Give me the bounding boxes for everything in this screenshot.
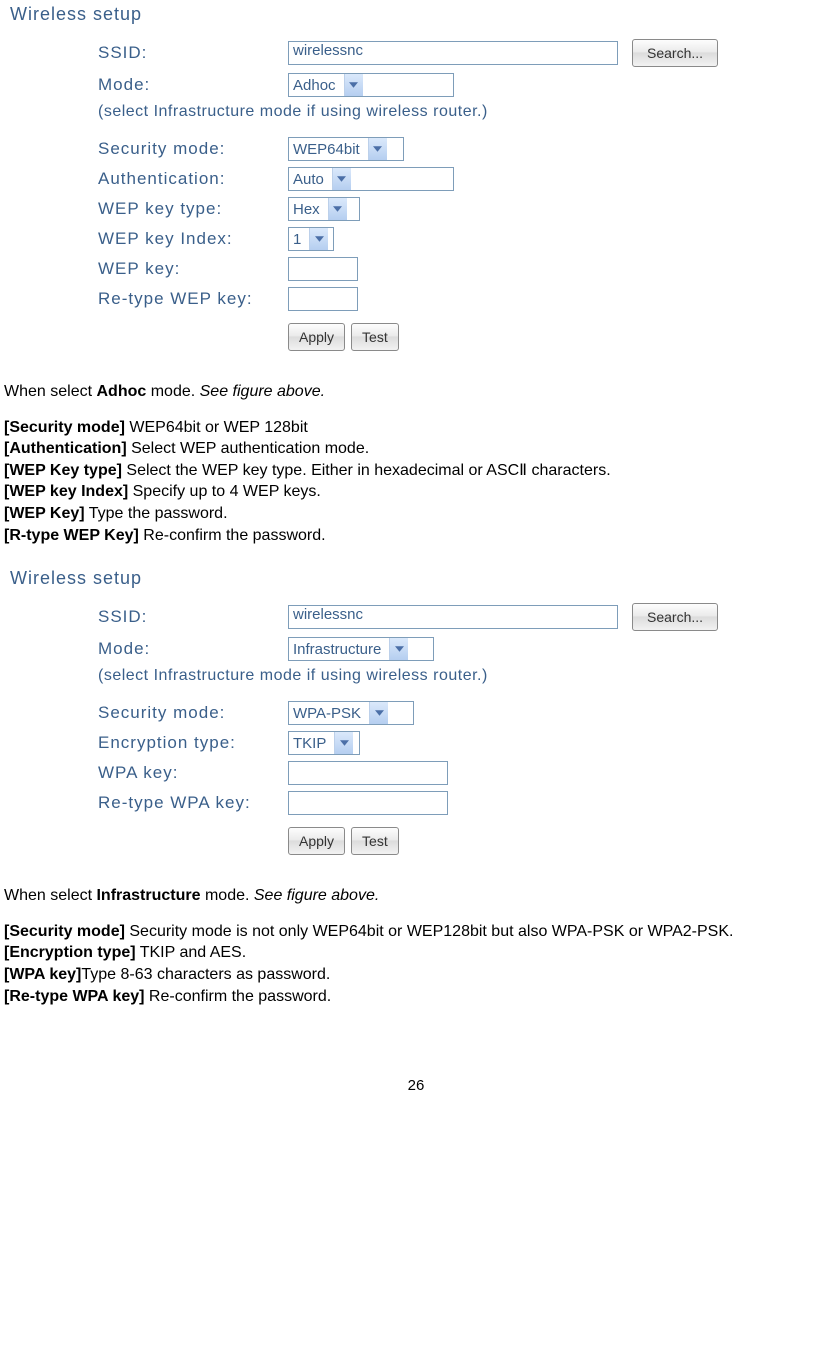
wpa-key-label: WPA key:: [98, 763, 288, 783]
apply-button[interactable]: Apply: [288, 323, 345, 351]
wireless-setup-figure-adhoc: Wireless setup SSID: wirelessnc Search..…: [0, 0, 832, 363]
mode-hint: (select Infrastructure mode if using wir…: [98, 667, 824, 685]
security-mode-select[interactable]: WPA-PSK: [288, 701, 414, 725]
wep-key-index-select[interactable]: 1: [288, 227, 334, 251]
retype-wep-key-label: Re-type WEP key:: [98, 289, 288, 309]
chevron-down-icon: [344, 74, 363, 96]
chevron-down-icon: [309, 228, 328, 250]
authentication-label: Authentication:: [98, 169, 288, 189]
encryption-type-label: Encryption type:: [98, 733, 288, 753]
search-button[interactable]: Search...: [632, 603, 718, 631]
test-button[interactable]: Test: [351, 827, 399, 855]
chevron-down-icon: [332, 168, 351, 190]
infrastructure-description: When select Infrastructure mode. See fig…: [0, 885, 832, 1007]
mode-hint: (select Infrastructure mode if using wir…: [98, 103, 824, 121]
search-button[interactable]: Search...: [632, 39, 718, 67]
mode-label: Mode:: [98, 639, 288, 659]
page-number: 26: [0, 1077, 832, 1104]
chevron-down-icon: [369, 702, 388, 724]
figure-title: Wireless setup: [8, 4, 824, 25]
encryption-type-select[interactable]: TKIP: [288, 731, 360, 755]
security-mode-select[interactable]: WEP64bit: [288, 137, 404, 161]
authentication-select[interactable]: Auto: [288, 167, 454, 191]
mode-select[interactable]: Infrastructure: [288, 637, 434, 661]
wep-key-index-label: WEP key Index:: [98, 229, 288, 249]
chevron-down-icon: [334, 732, 353, 754]
retype-wep-key-input[interactable]: [288, 287, 358, 311]
wep-key-label: WEP key:: [98, 259, 288, 279]
wep-key-type-label: WEP key type:: [98, 199, 288, 219]
retype-wpa-key-input[interactable]: [288, 791, 448, 815]
adhoc-description: When select Adhoc mode. See figure above…: [0, 381, 832, 546]
figure-title: Wireless setup: [8, 568, 824, 589]
mode-select[interactable]: Adhoc: [288, 73, 454, 97]
ssid-label: SSID:: [98, 607, 288, 627]
wep-key-type-select[interactable]: Hex: [288, 197, 360, 221]
wpa-key-input[interactable]: [288, 761, 448, 785]
chevron-down-icon: [368, 138, 387, 160]
test-button[interactable]: Test: [351, 323, 399, 351]
security-mode-label: Security mode:: [98, 703, 288, 723]
wep-key-input[interactable]: [288, 257, 358, 281]
security-mode-label: Security mode:: [98, 139, 288, 159]
ssid-label: SSID:: [98, 43, 288, 63]
chevron-down-icon: [328, 198, 347, 220]
chevron-down-icon: [389, 638, 408, 660]
ssid-input[interactable]: wirelessnc: [288, 41, 618, 65]
mode-label: Mode:: [98, 75, 288, 95]
wireless-setup-figure-infrastructure: Wireless setup SSID: wirelessnc Search..…: [0, 564, 832, 867]
retype-wpa-key-label: Re-type WPA key:: [98, 793, 288, 813]
ssid-input[interactable]: wirelessnc: [288, 605, 618, 629]
apply-button[interactable]: Apply: [288, 827, 345, 855]
